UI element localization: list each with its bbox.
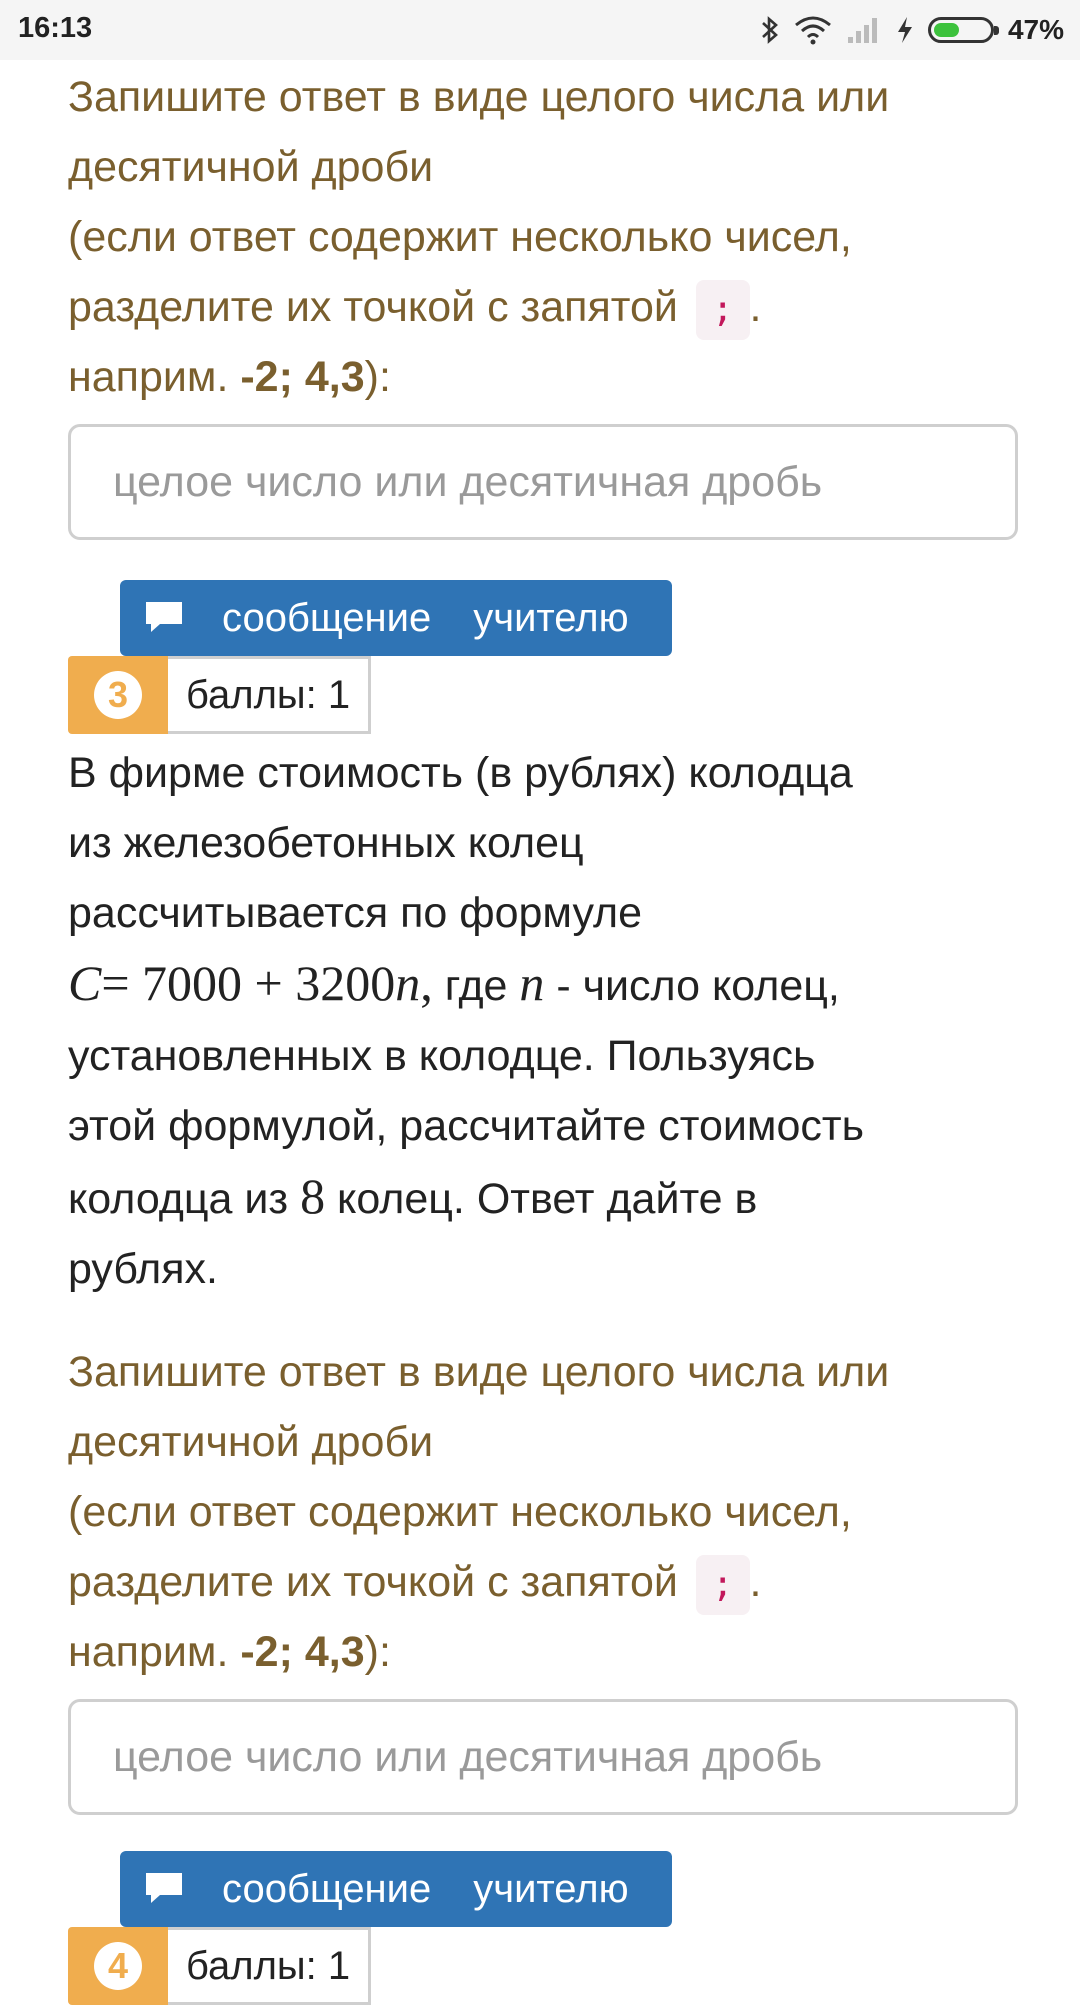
example-value: -2; 4,3 xyxy=(240,1628,365,1676)
question-number-badge: 3 xyxy=(68,656,168,734)
page-content: Запишите ответ в виде целого числа или д… xyxy=(68,60,1018,2005)
message-teacher-button[interactable]: сообщение учителю xyxy=(120,580,672,656)
status-icons: 47% xyxy=(760,10,1064,50)
instruction-line: разделите их точкой с запятой ;. xyxy=(68,1547,1018,1617)
battery-percent: 47% xyxy=(1007,14,1064,45)
answer-input[interactable] xyxy=(68,1699,1018,1815)
example-value: -2; 4,3 xyxy=(240,353,365,401)
status-bar: 16:13 47% xyxy=(0,0,1080,60)
formula-line: C= 7000 + 3200n, где n - число колец, xyxy=(68,955,840,1011)
instruction-line: Запишите ответ в виде целого числа или xyxy=(68,73,890,121)
message-teacher-label: сообщение учителю xyxy=(222,595,629,640)
instruction-line: десятичной дроби xyxy=(68,1418,434,1466)
question-text: В фирме стоимость (в рублях) колодца из … xyxy=(68,738,1018,1304)
charging-icon xyxy=(897,17,912,43)
answer-input[interactable] xyxy=(68,424,1018,540)
battery-level xyxy=(933,23,960,37)
separator-code: ; xyxy=(695,1555,750,1615)
instruction-line: Запишите ответ в виде целого числа или xyxy=(68,1348,890,1396)
formula: C= 7000 + 3200n, xyxy=(68,955,433,1011)
signal-icon xyxy=(847,18,877,43)
battery-icon xyxy=(927,17,999,43)
question-number-badge: 4 xyxy=(68,1927,168,2005)
message-teacher-button[interactable]: сообщение учителю xyxy=(120,1851,672,1927)
wifi-icon xyxy=(795,16,831,45)
question-header: 4 баллы: 1 xyxy=(68,1927,1018,2005)
instruction-line: (если ответ содержит несколько чисел, xyxy=(68,213,852,261)
score-label: баллы: 1 xyxy=(168,1927,372,2005)
example-line: наприм. -2; 4,3): xyxy=(68,353,391,401)
example-line: наприм. -2; 4,3): xyxy=(68,1628,391,1676)
instruction-line: разделите их точкой с запятой ;. xyxy=(68,272,1018,342)
bluetooth-icon xyxy=(762,16,778,44)
question-header: 3 баллы: 1 xyxy=(68,656,1018,734)
message-teacher-label: сообщение учителю xyxy=(222,1866,629,1911)
answer-instructions: Запишите ответ в виде целого числа или д… xyxy=(68,62,1018,412)
instruction-line: (если ответ содержит несколько чисел, xyxy=(68,1488,852,1536)
answer-instructions: Запишите ответ в виде целого числа или д… xyxy=(68,1337,1018,1687)
speech-bubble-icon xyxy=(146,602,182,632)
speech-bubble-icon xyxy=(146,1873,182,1903)
instruction-line: десятичной дроби xyxy=(68,143,434,191)
status-time: 16:13 xyxy=(18,12,93,44)
score-label: баллы: 1 xyxy=(168,656,372,734)
separator-code: ; xyxy=(695,280,750,340)
